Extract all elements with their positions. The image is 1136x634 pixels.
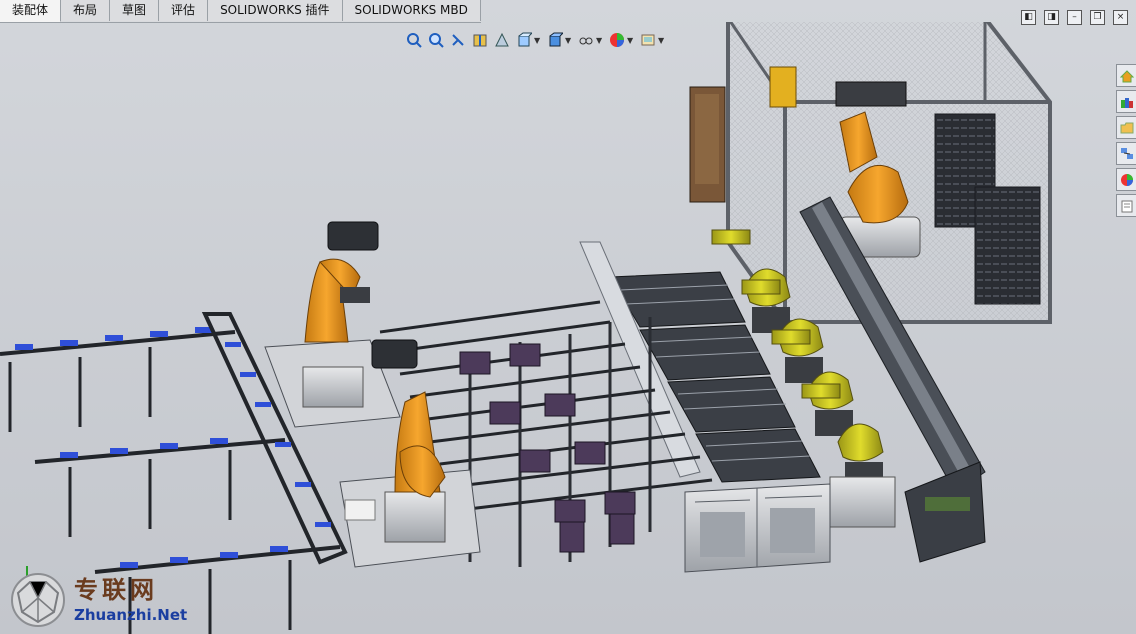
design-library-icon[interactable] — [1116, 90, 1136, 113]
section-view-icon[interactable] — [471, 31, 489, 49]
tab-layout[interactable]: 布局 — [61, 0, 111, 21]
minimize-icon[interactable]: – — [1067, 10, 1082, 25]
assembly-model-view — [0, 16, 1052, 634]
globe-logo-icon — [11, 573, 65, 627]
watermark-chinese-text: 专联网 — [74, 575, 158, 604]
graphics-area[interactable] — [0, 16, 1136, 634]
tab-evaluate[interactable]: 评估 — [159, 0, 209, 21]
solidworks-resources-icon[interactable] — [1116, 64, 1136, 87]
hide-show-dropdown-icon[interactable]: ▼ — [596, 36, 604, 45]
display-style-dropdown-icon[interactable]: ▼ — [565, 36, 573, 45]
command-manager-tabs: 装配体 布局 草图 评估 SOLIDWORKS 插件 SOLIDWORKS MB… — [0, 0, 481, 23]
file-explorer-icon[interactable] — [1116, 116, 1136, 139]
appearances-scenes-icon[interactable] — [1116, 168, 1136, 191]
tile-right-icon[interactable]: ◨ — [1044, 10, 1059, 25]
view-orientation-dropdown-icon[interactable]: ▼ — [534, 36, 542, 45]
apply-scene-icon[interactable] — [639, 31, 657, 49]
task-pane-tabs — [1116, 64, 1136, 217]
custom-properties-icon[interactable] — [1116, 194, 1136, 217]
zoom-to-area-icon[interactable] — [427, 31, 445, 49]
appearance-dropdown-icon[interactable]: ▼ — [627, 36, 635, 45]
restore-icon[interactable]: ❐ — [1090, 10, 1105, 25]
solidworks-window: 装配体 布局 草图 评估 SOLIDWORKS 插件 SOLIDWORKS MB… — [0, 0, 1136, 634]
tab-solidworks-mbd[interactable]: SOLIDWORKS MBD — [342, 0, 481, 21]
view-orientation-icon[interactable] — [515, 31, 533, 49]
tab-solidworks-addins[interactable]: SOLIDWORKS 插件 — [208, 0, 343, 21]
orange-robot-1 — [264, 221, 401, 428]
tab-assembly[interactable]: 装配体 — [0, 0, 62, 22]
dynamic-annotation-icon[interactable] — [493, 31, 511, 49]
tile-left-icon[interactable]: ◧ — [1021, 10, 1036, 25]
watermark-english-text: Zhuanzhi.Net — [74, 606, 188, 624]
hide-show-items-icon[interactable] — [577, 31, 595, 49]
heads-up-view-toolbar: ▼ ▼ ▼ ▼ ▼ — [405, 30, 666, 50]
zoom-to-fit-icon[interactable] — [405, 31, 423, 49]
base-cabinets — [684, 483, 831, 573]
display-style-icon[interactable] — [546, 31, 564, 49]
close-icon[interactable]: × — [1113, 10, 1128, 25]
watermark-logo: 专联网 Zhuanzhi.Net — [8, 568, 188, 632]
previous-view-icon[interactable] — [449, 31, 467, 49]
tab-sketch[interactable]: 草图 — [110, 0, 160, 21]
view-palette-icon[interactable] — [1116, 142, 1136, 165]
scene-dropdown-icon[interactable]: ▼ — [658, 36, 666, 45]
window-controls: ◧ ◨ – ❐ × — [1021, 10, 1128, 25]
edit-appearance-icon[interactable] — [608, 31, 626, 49]
